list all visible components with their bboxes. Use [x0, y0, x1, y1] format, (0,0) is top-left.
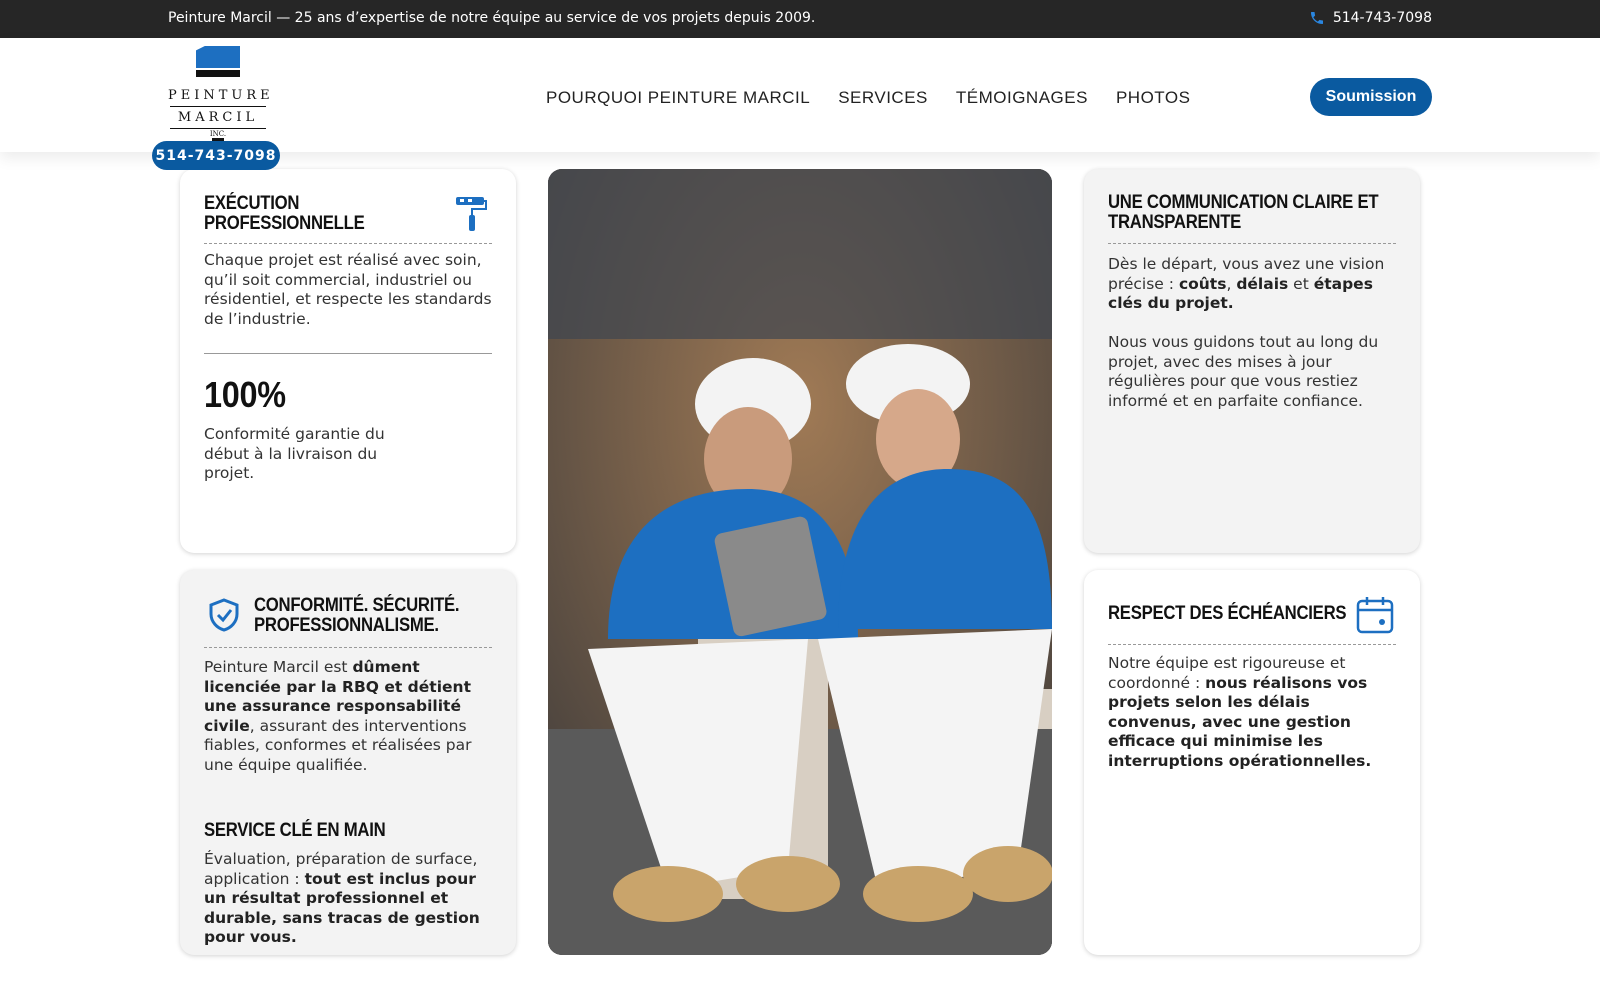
top-bar-phone-link[interactable]: 514-743-7098 — [1309, 10, 1432, 26]
card-turnkey-title: SERVICE CLÉ EN MAIN — [204, 820, 386, 841]
card-execution-title-2: PROFESSIONNELLE — [204, 213, 365, 234]
nav-item-photos[interactable]: PHOTOS — [1116, 88, 1190, 108]
logo[interactable]: PEINTURE MARCIL INC. — [168, 46, 274, 148]
card-execution-stat: 100% — [204, 374, 286, 415]
top-bar: Peinture Marcil — 25 ans d’expertise de … — [0, 0, 1600, 38]
logo-word-1: PEINTURE — [168, 88, 274, 103]
divider — [1108, 243, 1396, 244]
site-header: PEINTURE MARCIL INC. POURQUOI PEINTURE M… — [0, 38, 1600, 152]
logo-paint-stroke — [196, 46, 240, 68]
phone-icon — [1310, 12, 1323, 24]
card-execution-text: Chaque projet est réalisé avec soin, qu’… — [204, 251, 492, 328]
card-conformite-title-2: PROFESSIONNALISME. — [254, 615, 439, 636]
card-conformite: CONFORMITÉ. SÉCURITÉ. PROFESSIONNALISME.… — [180, 570, 516, 955]
photo-illustration — [548, 169, 1052, 955]
logo-word-2: MARCIL INC. — [168, 110, 268, 140]
card-communication-title-2: TRANSPARENTE — [1108, 212, 1242, 233]
card-execution-title-1: EXÉCUTION — [204, 193, 300, 214]
card-echeanciers-text: Notre équipe est rigoureuse et coordonné… — [1108, 654, 1400, 771]
divider-solid — [204, 353, 492, 354]
logo-bar — [196, 70, 240, 77]
card-communication-title-1: UNE COMMUNICATION CLAIRE ET — [1108, 192, 1379, 213]
comm-p1-sep: , — [1226, 274, 1237, 293]
card-communication-text-2: Nous vous guidons tout au long du projet… — [1108, 333, 1379, 410]
comm-p1-and: et — [1288, 274, 1314, 293]
comm-p1-delais: délais — [1236, 274, 1289, 293]
painters-team-photo — [548, 169, 1052, 955]
logo-suffix: INC. — [209, 130, 227, 138]
divider — [204, 243, 492, 244]
main-nav: POURQUOI PEINTURE MARCIL SERVICES TÉMOIG… — [546, 88, 1190, 108]
divider — [1108, 644, 1396, 645]
divider — [204, 647, 492, 648]
shield-check-icon — [209, 598, 239, 632]
card-echeanciers: RESPECT DES ÉCHÉANCIERS Notre équipe est… — [1084, 570, 1420, 955]
comm-p1-couts: coûts — [1178, 274, 1227, 293]
logo-rule — [170, 106, 266, 107]
nav-item-services[interactable]: SERVICES — [838, 88, 928, 108]
card-execution: EXÉCUTION PROFESSIONNELLE Chaque projet … — [180, 169, 516, 553]
card-execution-stat-text: Conformité garantie du début à la livrai… — [204, 425, 385, 482]
card-conformite-text-1: Peinture Marcil est — [204, 658, 353, 676]
logo-word-2-text: MARCIL — [177, 110, 259, 125]
card-conformite-title-1: CONFORMITÉ. SÉCURITÉ. — [254, 595, 460, 616]
card-echeanciers-title: RESPECT DES ÉCHÉANCIERS — [1108, 603, 1347, 624]
nav-item-pourquoi[interactable]: POURQUOI PEINTURE MARCIL — [546, 88, 810, 108]
top-bar-phone-number: 514-743-7098 — [1332, 10, 1432, 26]
logo-rule-2 — [170, 128, 266, 129]
card-conformite-text: Peinture Marcil est dûment licenciée par… — [204, 658, 496, 775]
calendar-icon — [1356, 597, 1394, 634]
card-communication-text-1: Dès le départ, vous avez une vision préc… — [1108, 255, 1400, 314]
nav-item-temoignages[interactable]: TÉMOIGNAGES — [956, 88, 1088, 108]
card-communication: UNE COMMUNICATION CLAIRE ET TRANSPARENTE… — [1084, 169, 1420, 553]
top-bar-message: Peinture Marcil — 25 ans d’expertise de … — [168, 10, 816, 26]
logo-phone-button[interactable]: 514-743-7098 — [152, 141, 280, 170]
paint-roller-icon — [456, 197, 487, 231]
card-turnkey-text: Évaluation, préparation de surface, appl… — [204, 850, 496, 948]
quote-button[interactable]: Soumission — [1310, 78, 1432, 116]
